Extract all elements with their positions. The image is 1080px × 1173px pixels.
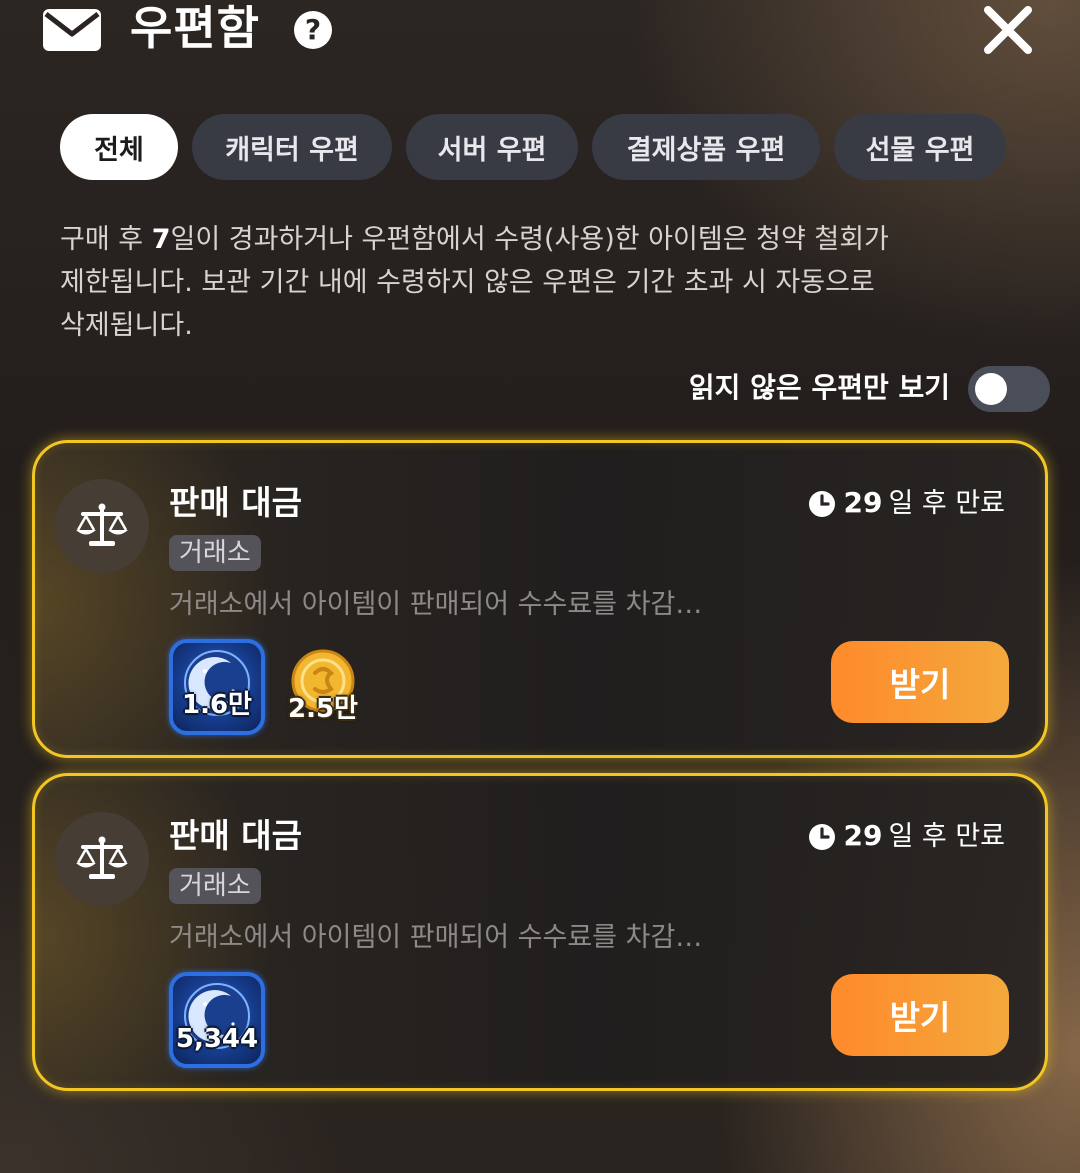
help-icon[interactable]: ? (294, 11, 332, 49)
withdrawal-notice: 구매 후 7일이 경과하거나 우편함에서 수령(사용)한 아이템은 청약 철회가… (60, 218, 1020, 347)
toggle-knob (975, 373, 1007, 405)
mail-title: 판매 대금 (169, 816, 302, 855)
mail-source-tag: 거래소 (169, 535, 261, 571)
mail-source-tag: 거래소 (169, 868, 261, 904)
reward-quantity: 5,344 (175, 1024, 259, 1054)
claim-button[interactable]: 받기 (831, 641, 1009, 723)
mail-expiry: 29 일 후 만료 (808, 481, 1005, 526)
notice-line-1: 구매 후 7일이 경과하거나 우편함에서 수령(사용)한 아이템은 청약 철회가 (60, 224, 889, 255)
close-icon[interactable] (980, 2, 1036, 58)
mail-icon (43, 9, 101, 51)
scale-icon (55, 812, 149, 906)
reward-item-gem[interactable]: 5,344 (169, 972, 265, 1068)
clock-icon (808, 490, 835, 517)
tab-character-mail[interactable]: 캐릭터 우편 (192, 114, 392, 180)
claim-button[interactable]: 받기 (831, 974, 1009, 1056)
clock-icon (808, 823, 835, 850)
reward-item-gem[interactable]: 1.6만 (169, 639, 265, 735)
scale-icon (55, 479, 149, 573)
unread-only-label: 읽지 않은 우편만 보기 (688, 371, 950, 404)
mail-title: 판매 대금 (169, 483, 302, 522)
mail-description: 거래소에서 아이템이 판매되어 수수료를 차감… (169, 922, 703, 953)
tab-gift-mail[interactable]: 선물 우편 (834, 114, 1006, 180)
reward-quantity: 2.5만 (288, 694, 358, 724)
mail-card: 판매 대금 거래소 29 일 후 만료 거래소에서 아이템이 판매되어 수수료를 … (32, 773, 1048, 1091)
tab-all[interactable]: 전체 (60, 114, 178, 180)
mail-category-tabs: 전체 캐릭터 우편 서버 우편 결제상품 우편 선물 우편 (60, 114, 1006, 182)
reward-item-coin[interactable]: 2.5만 (275, 639, 371, 735)
tab-server-mail[interactable]: 서버 우편 (406, 114, 578, 180)
tab-purchase-mail[interactable]: 결제상품 우편 (592, 114, 820, 180)
notice-line-3: 삭제됩니다. (60, 310, 193, 341)
expiry-suffix: 일 후 만료 (888, 821, 1005, 852)
page-title: 우편함 (130, 1, 260, 55)
mail-expiry: 29 일 후 만료 (808, 814, 1005, 859)
unread-only-toggle[interactable] (968, 366, 1050, 412)
mailbox-header: 우편함 ? (0, 0, 1080, 66)
notice-line-2: 제한됩니다. 보관 기간 내에 수령하지 않은 우편은 기간 초과 시 자동으로 (60, 267, 875, 298)
expiry-days: 29 (843, 819, 883, 852)
expiry-suffix: 일 후 만료 (888, 488, 1005, 519)
mail-description: 거래소에서 아이템이 판매되어 수수료를 차감… (169, 589, 703, 620)
expiry-days: 29 (843, 486, 883, 519)
mail-card: 판매 대금 거래소 29 일 후 만료 거래소에서 아이템이 판매되어 수수료를 … (32, 440, 1048, 758)
reward-quantity: 1.6만 (182, 690, 252, 720)
